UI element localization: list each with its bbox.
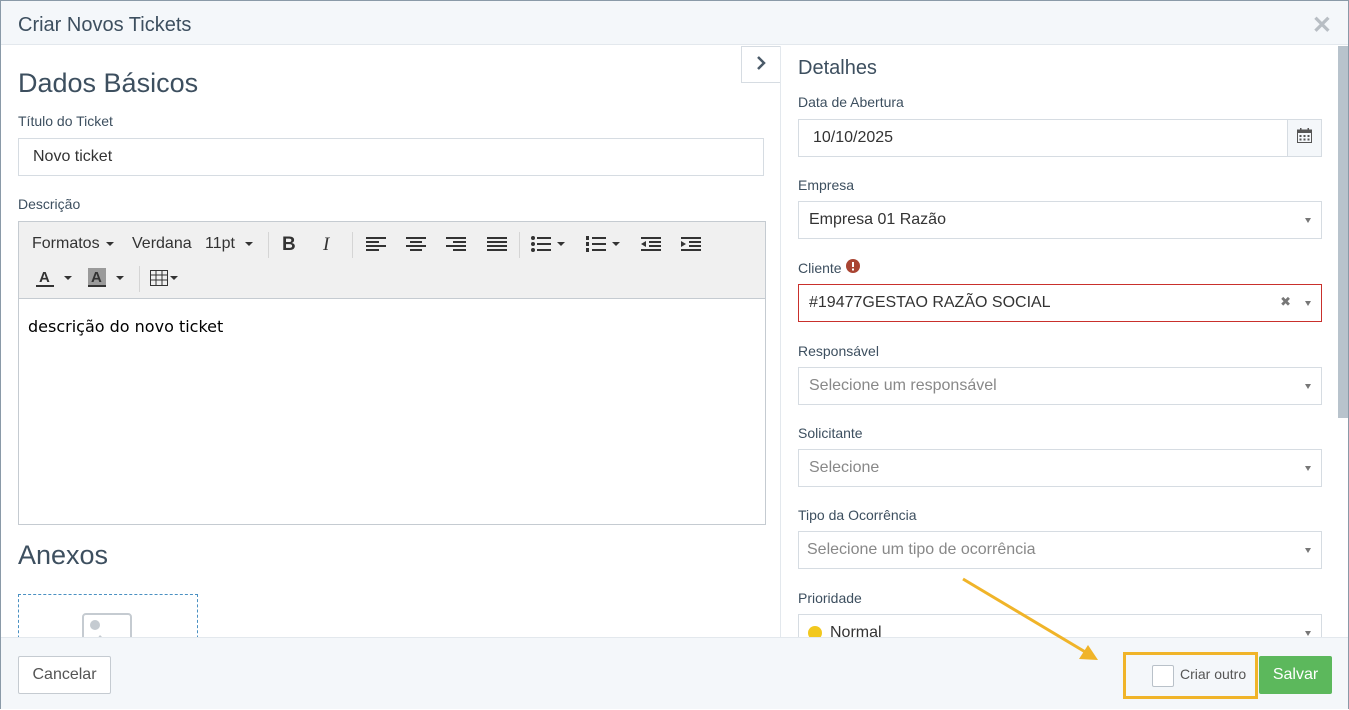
- responsible-label: Responsável: [798, 343, 879, 359]
- attachment-dropzone[interactable]: [18, 594, 198, 637]
- rich-text-editor: Formatos Verdana 11pt B I A A descrição …: [18, 221, 766, 525]
- numbered-list-icon[interactable]: [586, 236, 620, 252]
- responsible-select[interactable]: Selecione um responsável: [798, 367, 1322, 405]
- chevron-down-icon: [1305, 384, 1311, 389]
- align-right-icon[interactable]: [446, 236, 466, 252]
- chevron-down-icon: [1305, 631, 1311, 636]
- ticket-title-label: Título do Ticket: [18, 113, 113, 129]
- calendar-button[interactable]: [1287, 119, 1322, 157]
- chevron-down-icon: [557, 242, 565, 246]
- occurrence-type-select[interactable]: Selecione um tipo de ocorrência: [798, 531, 1322, 569]
- editor-toolbar: Formatos Verdana 11pt B I A A: [19, 222, 765, 299]
- priority-select[interactable]: Normal: [798, 614, 1322, 637]
- ticket-title-input[interactable]: Novo ticket: [18, 138, 764, 176]
- open-date-label: Data de Abertura: [798, 94, 904, 110]
- formats-label: Formatos: [32, 235, 100, 252]
- clear-icon[interactable]: ✖: [1280, 294, 1291, 310]
- italic-icon[interactable]: I: [323, 234, 329, 256]
- collapse-panel-button[interactable]: [741, 46, 780, 83]
- client-select[interactable]: #19477GESTAO RAZÃO SOCIAL ✖: [798, 284, 1322, 322]
- basic-data-title: Dados Básicos: [18, 68, 199, 98]
- create-another-checkbox[interactable]: [1152, 665, 1174, 687]
- responsible-placeholder: Selecione um responsável: [809, 377, 997, 394]
- outdent-icon[interactable]: [641, 236, 661, 252]
- image-icon: [82, 613, 132, 637]
- chevron-down-icon: [1305, 548, 1311, 553]
- create-ticket-modal: Criar Novos Tickets ✕ Dados Básicos Títu…: [0, 0, 1349, 709]
- basic-data-pane: Dados Básicos Título do Ticket Novo tick…: [1, 46, 780, 637]
- align-left-icon[interactable]: [366, 236, 386, 252]
- svg-text:A: A: [91, 269, 102, 286]
- editor-content[interactable]: descrição do novo ticket: [28, 317, 223, 336]
- bullet-list-icon[interactable]: [531, 236, 565, 252]
- toolbar-divider: [352, 232, 353, 258]
- align-center-icon[interactable]: [406, 236, 426, 252]
- error-icon: [845, 259, 860, 276]
- toolbar-divider: [268, 232, 269, 258]
- chevron-down-icon: [244, 242, 253, 246]
- cancel-button[interactable]: Cancelar: [18, 656, 111, 694]
- table-icon[interactable]: [150, 270, 178, 286]
- align-justify-icon[interactable]: [487, 236, 507, 252]
- chevron-down-icon: [170, 276, 178, 280]
- create-another-label[interactable]: Criar outro: [1180, 666, 1246, 682]
- priority-label: Prioridade: [798, 590, 862, 606]
- toolbar-divider: [139, 266, 140, 292]
- occurrence-type-placeholder: Selecione um tipo de ocorrência: [807, 541, 1036, 558]
- ticket-title-value: Novo ticket: [33, 148, 113, 165]
- modal-header: Criar Novos Tickets ✕: [1, 1, 1348, 45]
- details-pane: Detalhes Data de Abertura 10/10/2025 Emp…: [780, 46, 1348, 637]
- chevron-down-icon: [116, 276, 124, 280]
- details-scrollbar[interactable]: [1338, 46, 1348, 418]
- client-value: #19477GESTAO RAZÃO SOCIAL: [809, 294, 1051, 311]
- company-select[interactable]: Empresa 01 Razão: [798, 201, 1322, 239]
- chevron-down-icon: [1305, 301, 1311, 306]
- text-color-icon[interactable]: A: [36, 268, 72, 288]
- chevron-down-icon: [1305, 466, 1311, 471]
- priority-value: Normal: [830, 624, 882, 637]
- description-label: Descrição: [18, 196, 81, 212]
- svg-text:A: A: [39, 269, 50, 286]
- requester-placeholder: Selecione: [809, 459, 880, 476]
- close-icon[interactable]: ✕: [1312, 11, 1332, 40]
- details-title: Detalhes: [798, 57, 877, 79]
- indent-icon[interactable]: [681, 236, 701, 252]
- company-value: Empresa 01 Razão: [809, 211, 946, 228]
- client-label: Cliente: [798, 259, 842, 276]
- modal-title: Criar Novos Tickets: [18, 14, 192, 36]
- chevron-down-icon: [612, 242, 620, 246]
- priority-dot-icon: [808, 626, 822, 637]
- font-size-dropdown[interactable]: 11pt: [205, 234, 253, 254]
- attachments-title: Anexos: [18, 540, 109, 570]
- font-family-dropdown[interactable]: Verdana: [132, 234, 192, 254]
- open-date-value: 10/10/2025: [813, 129, 894, 146]
- formats-dropdown[interactable]: Formatos: [32, 234, 114, 254]
- calendar-icon: [1297, 128, 1312, 148]
- font-size-label: 11pt: [205, 235, 235, 252]
- client-label-row: Cliente: [798, 259, 860, 276]
- background-color-icon[interactable]: A: [88, 268, 124, 288]
- chevron-down-icon: [105, 242, 114, 246]
- bold-icon[interactable]: B: [282, 234, 296, 256]
- company-label: Empresa: [798, 177, 855, 193]
- font-family-label: Verdana: [132, 235, 192, 252]
- requester-label: Solicitante: [798, 425, 863, 441]
- modal-footer: Cancelar Criar outro Salvar: [1, 637, 1348, 709]
- toolbar-divider: [519, 232, 520, 258]
- occurrence-type-label: Tipo da Ocorrência: [798, 507, 917, 523]
- chevron-right-icon: [755, 54, 767, 75]
- chevron-down-icon: [1305, 218, 1311, 223]
- open-date-input[interactable]: 10/10/2025: [798, 119, 1288, 157]
- requester-select[interactable]: Selecione: [798, 449, 1322, 487]
- save-button[interactable]: Salvar: [1259, 656, 1332, 694]
- chevron-down-icon: [64, 276, 72, 280]
